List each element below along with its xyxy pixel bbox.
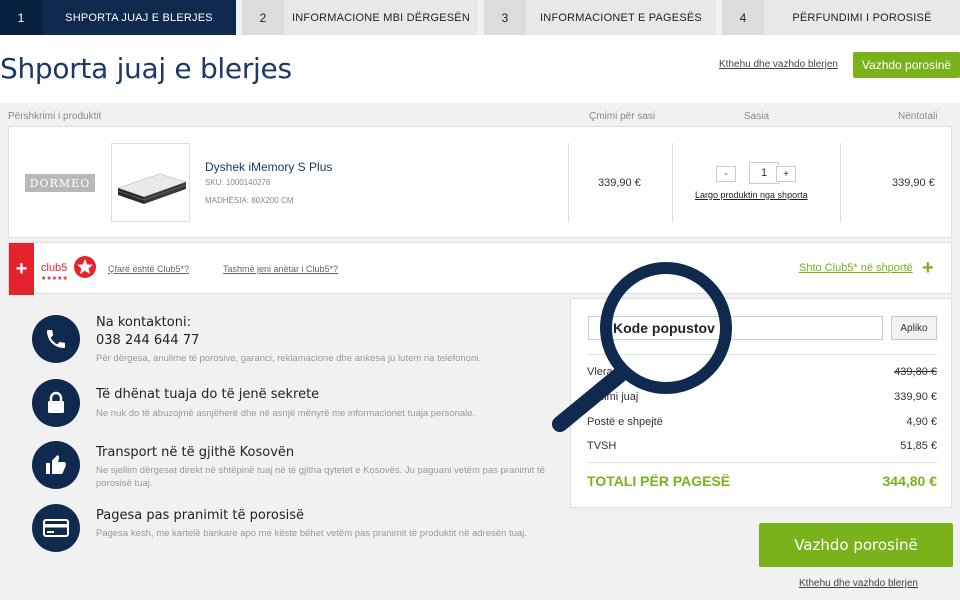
summary-label: Postë e shpejtë bbox=[587, 416, 663, 428]
info-title: Transport në të gjithë Kosovën bbox=[96, 445, 295, 460]
club5-logo: club5 ★★★★★ bbox=[41, 256, 96, 282]
product-size: MADHËSIA: 80X200 CM bbox=[205, 196, 294, 205]
quantity-increase-button[interactable]: + bbox=[776, 166, 796, 182]
summary-total: TOTALI PËR PAGESË 344,80 € bbox=[587, 473, 937, 489]
summary-label: Çmimi juaj bbox=[587, 391, 639, 403]
back-to-shopping-link[interactable]: Kthehu dhe vazhdo blerjen bbox=[719, 59, 838, 70]
order-summary: Kode popustov Apliko Vlera 439,80 € Çmim… bbox=[570, 298, 952, 508]
club5-row: + club5 ★★★★★ Çfarë është Club5*? Tashmë… bbox=[8, 242, 952, 295]
coupon-input[interactable]: Kode popustov bbox=[588, 316, 883, 340]
product-unit-price: 339,90 € bbox=[598, 177, 641, 189]
club5-member-link[interactable]: Tashmë jeni anëtar i Club5*? bbox=[223, 264, 338, 274]
column-divider bbox=[672, 143, 673, 222]
step-number: 2 bbox=[242, 0, 284, 35]
step-label: PËRFUNDIMI I POROSISË bbox=[792, 11, 932, 24]
column-divider bbox=[568, 143, 569, 222]
mattress-image bbox=[117, 173, 187, 204]
step-finish[interactable]: 4 PËRFUNDIMI I POROSISË bbox=[722, 0, 960, 35]
info-description: Për dërgesa, anulime të porosive, garanc… bbox=[96, 353, 481, 364]
total-label: TOTALI PËR PAGESË bbox=[587, 473, 731, 489]
step-label: INFORMACIONET E PAGESËS bbox=[540, 11, 702, 24]
quantity-input[interactable]: 1 bbox=[749, 162, 779, 184]
lock-icon bbox=[32, 379, 80, 427]
credit-card-icon bbox=[32, 504, 80, 552]
step-delivery[interactable]: 2 INFORMACIONE MBI DËRGESËN bbox=[242, 0, 478, 35]
add-club5-plus-icon[interactable]: + bbox=[922, 258, 934, 278]
continue-order-button-bottom[interactable]: Vazhdo porosinë bbox=[759, 523, 953, 567]
apply-coupon-button[interactable]: Apliko bbox=[891, 316, 937, 340]
club5-logo-text: club5 bbox=[41, 262, 67, 274]
summary-row-value: Vlera 439,80 € bbox=[587, 366, 937, 378]
summary-row-your-price: Çmimi juaj 339,90 € bbox=[587, 391, 937, 403]
summary-original-price: 439,80 € bbox=[894, 366, 937, 378]
product-sku: SKU: 1000140276 bbox=[205, 178, 271, 187]
step-label: INFORMACIONE MBI DËRGESËN bbox=[292, 11, 470, 24]
contact-phone[interactable]: 038 244 644 77 bbox=[96, 333, 199, 348]
club5-plus-badge: + bbox=[9, 243, 34, 295]
cart-product-row: DORMEO Dyshek iMemory S Plus SKU: 100014… bbox=[8, 126, 952, 238]
checkout-steps: 1 SHPORTA JUAJ E BLERJES 2 INFORMACIONE … bbox=[0, 0, 960, 35]
step-number: 4 bbox=[722, 0, 764, 35]
remove-product-link[interactable]: Largo produktin nga shporta bbox=[695, 190, 808, 200]
step-label: SHPORTA JUAJ E BLERJES bbox=[65, 11, 213, 24]
step-number: 3 bbox=[484, 0, 526, 35]
brand-logo: DORMEO bbox=[25, 174, 95, 192]
divider bbox=[587, 354, 937, 355]
summary-label: Vlera bbox=[587, 366, 613, 378]
quantity-decrease-button[interactable]: - bbox=[716, 166, 736, 182]
step-cart[interactable]: 1 SHPORTA JUAJ E BLERJES bbox=[0, 0, 236, 35]
continue-order-button[interactable]: Vazhdo porosinë bbox=[853, 52, 960, 78]
svg-text:★★★★★: ★★★★★ bbox=[41, 275, 68, 282]
page-title: Shporta juaj e blerjes bbox=[0, 52, 292, 85]
info-description: Pagesa kesh, me kartelë bankare apo me k… bbox=[96, 528, 527, 539]
club5-what-link[interactable]: Çfarë është Club5*? bbox=[108, 264, 189, 274]
info-title: Pagesa pas pranimit të porosisë bbox=[96, 508, 304, 523]
product-subtotal: 339,90 € bbox=[892, 177, 935, 189]
column-divider bbox=[840, 143, 841, 222]
summary-row-shipping: Postë e shpejtë 4,90 € bbox=[587, 416, 937, 428]
info-title: Të dhënat tuaja do të jenë sekrete bbox=[96, 387, 320, 402]
summary-label: TVSH bbox=[587, 440, 617, 452]
info-description: Ne nuk do të abuzojmë asnjëherë dhe në a… bbox=[96, 408, 476, 419]
add-club5-link[interactable]: Shto Club5* në shportë bbox=[799, 262, 913, 274]
info-title: Na kontaktoni: bbox=[96, 315, 191, 330]
summary-value: 51,85 € bbox=[900, 440, 937, 452]
step-number: 1 bbox=[0, 0, 42, 35]
col-description: Përshkrimi i produktit bbox=[8, 111, 102, 122]
col-unit-price: Çmimi për sasi bbox=[589, 111, 656, 122]
col-quantity: Sasia bbox=[744, 111, 770, 122]
phone-icon bbox=[32, 315, 80, 363]
back-to-shopping-link-bottom[interactable]: Kthehu dhe vazhdo blerjen bbox=[799, 578, 918, 589]
summary-value: 4,90 € bbox=[906, 416, 937, 428]
total-value: 344,80 € bbox=[882, 473, 938, 489]
summary-row-vat: TVSH 51,85 € bbox=[587, 440, 937, 452]
info-description: Ne sjellim dërgesat direkt në shtëpinë t… bbox=[96, 465, 545, 489]
col-subtotal: Nëntotali bbox=[898, 111, 938, 122]
thumbs-up-icon bbox=[32, 441, 80, 489]
divider bbox=[587, 462, 937, 463]
step-payment[interactable]: 3 INFORMACIONET E PAGESËS bbox=[484, 0, 716, 35]
product-image[interactable] bbox=[111, 143, 190, 222]
product-name[interactable]: Dyshek iMemory S Plus bbox=[205, 160, 332, 174]
summary-value: 339,90 € bbox=[894, 391, 937, 403]
